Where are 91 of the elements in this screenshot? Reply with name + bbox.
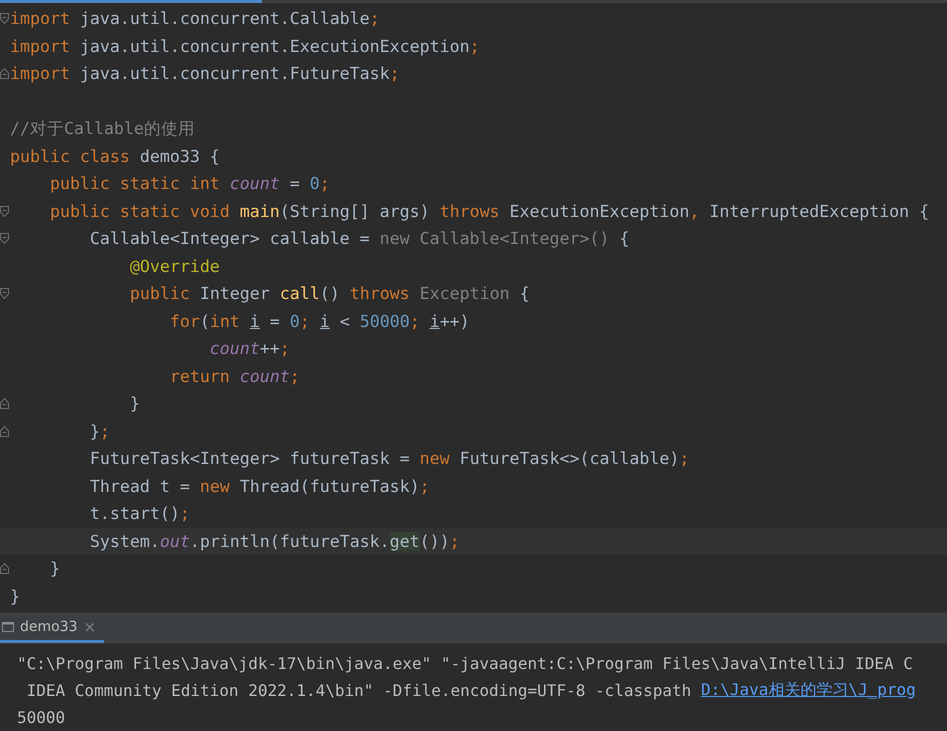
- code-token: FutureTask<>(callable): [460, 449, 680, 468]
- code-token: java.util.concurrent.FutureTask: [80, 64, 390, 84]
- console-output: IDEA Community Edition 2022.1.4\bin" -Dfile.encoding=UTF-8 -classpath: [26, 681, 692, 700]
- close-icon[interactable]: ×: [84, 618, 96, 636]
- code-token: throws: [440, 202, 501, 221]
- code-token: {: [518, 284, 530, 304]
- code-token: ;: [280, 339, 290, 358]
- code-token: public: [128, 284, 191, 304]
- code-token: ;: [420, 476, 430, 496]
- code-token: =: [288, 174, 301, 194]
- code-token: Thread t =: [88, 476, 191, 496]
- code-token: java.util.concurrent.Callable: [80, 9, 370, 28]
- code-token: (String[] args): [280, 202, 431, 221]
- code-token: ;: [180, 504, 190, 524]
- code-token: ++): [440, 312, 470, 331]
- code-token: Callable<Integer> callable =: [88, 229, 371, 248]
- code-token: .println(futureTask.: [190, 532, 390, 551]
- code-token: (: [200, 312, 210, 331]
- code-token: {: [618, 229, 630, 248]
- code-token: ;: [470, 36, 480, 56]
- code-token: ()): [420, 532, 450, 551]
- code-token: }: [128, 394, 140, 414]
- fold-icon[interactable]: [0, 206, 9, 217]
- fold-icon[interactable]: [0, 68, 9, 80]
- code-token: ;: [320, 174, 330, 194]
- code-token: Exception: [420, 284, 510, 304]
- code-token: ;: [410, 312, 421, 331]
- code-token: import: [10, 9, 71, 28]
- code-token: count: [230, 174, 280, 194]
- code-token: System.: [88, 532, 160, 551]
- code-token: t.start(): [88, 504, 180, 524]
- console-output: 50000: [17, 708, 66, 727]
- code-token: public static void: [48, 202, 231, 221]
- code-token: Thread(futureTask): [240, 476, 420, 496]
- code-token: public static int: [48, 174, 221, 194]
- code-token: @Override: [128, 256, 220, 276]
- code-token: ExecutionException: [510, 202, 690, 221]
- code-token: i: [250, 312, 260, 331]
- code-token: get: [390, 532, 420, 551]
- code-token: import: [10, 64, 71, 84]
- code-token: call: [280, 284, 320, 304]
- console-icon: [2, 620, 14, 632]
- code-token: 0: [290, 312, 300, 331]
- path-link[interactable]: D:\Java相关的学习\J_prog: [700, 680, 916, 701]
- code-token: main: [240, 202, 280, 221]
- code-token: ;: [290, 366, 300, 386]
- code-token: }: [10, 586, 20, 606]
- code-token: InterruptedException {: [709, 202, 930, 221]
- code-token: ++: [260, 339, 280, 358]
- code-token: new: [420, 449, 451, 468]
- tab-label: demo33: [20, 618, 78, 634]
- code-token: out: [160, 532, 190, 551]
- code-token: ,: [689, 202, 700, 221]
- fold-icon[interactable]: [0, 13, 9, 24]
- code-comment: //对于Callable的使用: [10, 118, 195, 140]
- code-token: ;: [370, 9, 380, 28]
- code-token: ;: [300, 312, 311, 331]
- fold-icon[interactable]: [0, 398, 9, 410]
- console-output: "C:\Program Files\Java\jdk-17\bin\java.exe" "-javaagent:C:\Program Files\Java\IntelliJ IDEA C: [17, 654, 913, 673]
- code-token: ;: [679, 449, 690, 468]
- code-token: count: [208, 339, 260, 358]
- code-token: 50000: [360, 312, 410, 331]
- code-token: ;: [100, 422, 110, 441]
- code-token: =: [268, 312, 281, 331]
- code-token: ;: [390, 64, 400, 84]
- code-token: new: [200, 476, 231, 496]
- fold-icon[interactable]: [0, 288, 9, 300]
- fold-icon[interactable]: [0, 563, 9, 574]
- code-token: import: [10, 36, 71, 56]
- code-token: int: [210, 312, 241, 331]
- code-token: 0: [310, 174, 320, 194]
- code-token: new Callable<Integer>(): [380, 229, 610, 248]
- code-token: count: [240, 366, 290, 386]
- code-token: i: [320, 312, 330, 331]
- code-token: Integer: [200, 284, 271, 304]
- code-token: demo33 {: [140, 146, 220, 166]
- code-token: }: [48, 559, 60, 578]
- code-token: return: [168, 366, 231, 386]
- code-token: <: [338, 312, 351, 331]
- code-token: i: [430, 312, 440, 331]
- code-token: FutureTask<Integer> futureTask =: [88, 449, 411, 468]
- fold-icon[interactable]: [0, 426, 9, 437]
- code-token: ;: [450, 532, 460, 551]
- code-token: java.util.concurrent.ExecutionException: [80, 36, 470, 56]
- code-token: public class: [10, 146, 131, 166]
- code-token: }: [88, 422, 100, 441]
- code-token: (): [320, 284, 341, 304]
- code-token: throws: [350, 284, 411, 304]
- fold-icon[interactable]: [0, 233, 9, 244]
- code-token: for: [168, 312, 200, 331]
- run-tab[interactable]: demo33 ×: [0, 613, 104, 643]
